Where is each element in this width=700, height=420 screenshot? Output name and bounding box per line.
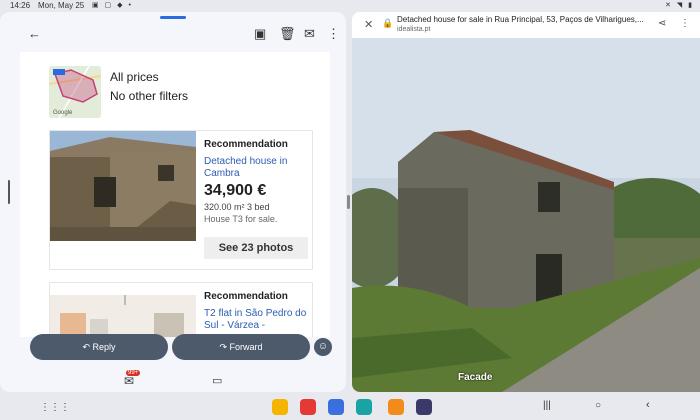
flat-interior-image — [50, 283, 196, 337]
photo-caption: Facade — [458, 372, 493, 383]
listing-label: Recommendation — [204, 139, 288, 150]
share-icon[interactable]: ⋖ — [658, 18, 666, 29]
email-pane: ← ▣ 🗑 ✉ ⋮ Google All prices No other fil… — [0, 12, 346, 392]
reply-icon: ↶ — [82, 342, 90, 352]
listing-info: Recommendation T2 flat in São Pedro do S… — [204, 291, 312, 332]
custom-tab-bar: ✕ 🔒 Detached house for sale in Rua Princ… — [352, 12, 700, 38]
listing-details: 320.00 m² 3 bed — [204, 202, 270, 212]
forward-button[interactable]: ↷ Forward — [172, 334, 310, 360]
close-icon[interactable]: ✕ — [364, 18, 373, 31]
lock-icon[interactable]: 🔒 — [382, 18, 393, 29]
email-body: Google All prices No other filters Recom… — [20, 52, 330, 337]
map-thumbnail[interactable]: Google — [49, 66, 101, 118]
archive-icon[interactable]: ▣ — [254, 26, 266, 42]
pane-handle[interactable] — [160, 16, 186, 19]
listing-description: House T3 for sale. — [204, 214, 278, 224]
emoji-reaction-button[interactable]: ☺ — [314, 338, 332, 356]
home-button[interactable]: ○ — [595, 400, 601, 411]
more-options-icon[interactable]: ⋮ — [680, 18, 690, 29]
listing-photo[interactable] — [50, 131, 196, 241]
browser-pane: ✕ 🔒 Detached house for sale in Rua Princ… — [352, 12, 700, 392]
listing-card[interactable]: Recommendation Detached house in Cambra … — [49, 130, 313, 270]
filter-line: No other filters — [110, 89, 189, 103]
email-bottom-bar: ✉ 99+ ▭ — [0, 370, 346, 390]
forward-label: Forward — [229, 342, 263, 352]
listing-info: Recommendation Detached house in Cambra … — [204, 139, 312, 224]
page-domain: idealista.pt — [397, 26, 431, 33]
delete-icon[interactable]: 🗑 — [279, 26, 296, 42]
email-toolbar: ← ▣ 🗑 ✉ ⋮ — [0, 20, 346, 50]
video-icon[interactable]: ▭ — [212, 374, 222, 387]
app-icon-dark[interactable] — [416, 399, 432, 415]
listing-main-photo[interactable]: Facade — [352, 38, 700, 392]
back-arrow-icon[interactable]: ← — [28, 26, 41, 41]
page-title: Detached house for sale in Rua Principal… — [397, 15, 644, 24]
reply-button[interactable]: ↶ Reply — [30, 334, 168, 360]
notification-icons: ▣ ▢ ◆ • — [92, 2, 133, 9]
back-button[interactable]: ‹ — [646, 399, 650, 411]
status-time: 14:26 — [10, 1, 31, 10]
inbox-icon[interactable]: ✉ — [124, 374, 134, 388]
status-date: Mon, May 25 — [38, 1, 85, 10]
listing-title-link[interactable]: Detached house in Cambra — [204, 156, 312, 180]
stone-house-facade-image — [352, 38, 700, 392]
listing-card[interactable]: Recommendation T2 flat in São Pedro do S… — [49, 282, 313, 337]
unread-badge: 99+ — [126, 370, 141, 376]
app-icon-orange[interactable] — [388, 399, 404, 415]
status-bar: 14:26 Mon, May 25 ▣ ▢ ◆ • ✕ ◥ ▮ — [0, 0, 700, 12]
listing-photo[interactable] — [50, 283, 196, 337]
files-app-icon[interactable] — [272, 399, 288, 415]
app-icon-blue[interactable] — [328, 399, 344, 415]
filter-line: All prices — [110, 70, 159, 84]
app-drawer-icon[interactable]: ⋮⋮⋮ — [40, 402, 70, 413]
split-divider[interactable] — [347, 195, 350, 209]
mark-unread-icon[interactable]: ✉ — [304, 26, 315, 42]
system-navbar: ⋮⋮⋮ ||| ○ ‹ — [0, 396, 700, 420]
listing-label: Recommendation — [204, 291, 288, 302]
map-attribution: Google — [53, 110, 73, 116]
recent-apps-button[interactable]: ||| — [543, 400, 551, 411]
reply-actions: ↶ Reply ↷ Forward ☺ — [0, 332, 346, 366]
listing-price: 34,900 € — [204, 182, 267, 199]
system-icons: ✕ ◥ ▮ — [665, 2, 694, 9]
reply-label: Reply — [92, 342, 116, 352]
stone-house-image — [50, 131, 196, 241]
see-photos-button[interactable]: See 23 photos — [204, 237, 308, 259]
search-filters: All prices No other filters — [110, 68, 188, 106]
more-options-icon[interactable]: ⋮ — [327, 26, 340, 42]
left-edge-handle[interactable] — [8, 180, 10, 204]
calendar-app-icon[interactable] — [356, 399, 372, 415]
app-icon-red[interactable] — [300, 399, 316, 415]
listing-title-link[interactable]: T2 flat in São Pedro do Sul - Várzea - — [204, 308, 312, 332]
forward-icon: ↷ — [219, 342, 227, 352]
